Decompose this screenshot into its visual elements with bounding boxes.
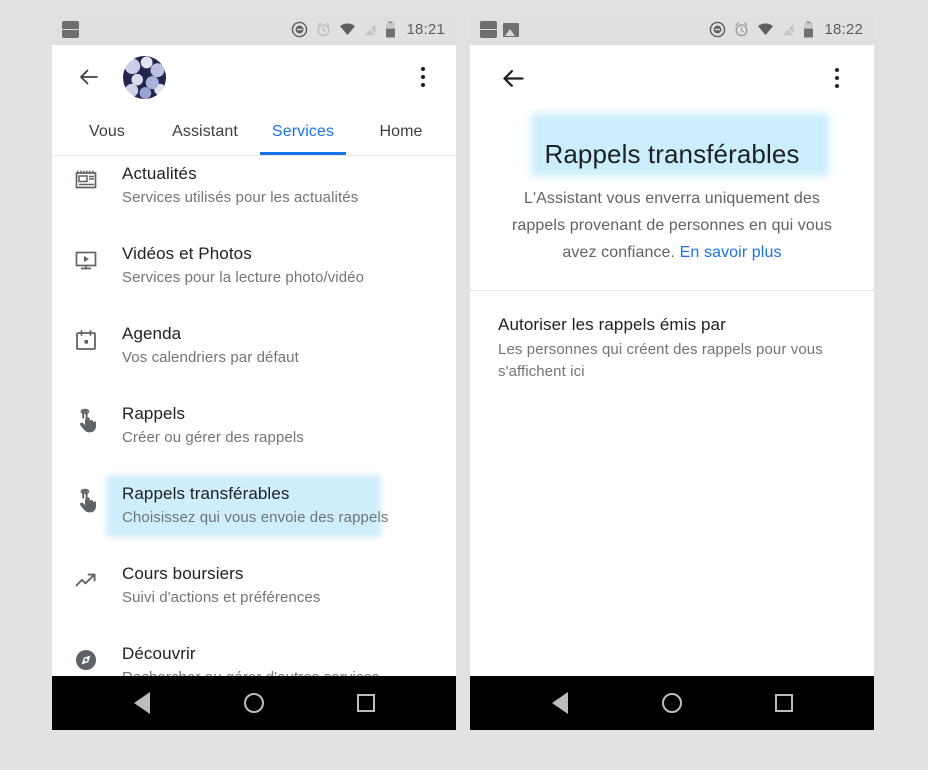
wifi-icon	[340, 23, 356, 36]
news-notification-icon	[62, 21, 80, 38]
list-item-subtitle: Choisissez qui vous envoie des rappels	[122, 509, 389, 526]
tab-bar: Vous Assistant Services Home	[52, 109, 456, 156]
right-app-bar	[470, 45, 874, 111]
alarm-icon	[735, 22, 748, 37]
nav-back-icon[interactable]	[118, 683, 166, 723]
left-status-time: 18:21	[406, 21, 445, 38]
list-item-subtitle: Services utilisés pour les actualités	[122, 189, 359, 206]
list-item[interactable]: Agenda Vos calendriers par défaut	[52, 306, 456, 386]
overflow-menu-icon[interactable]	[824, 63, 850, 93]
overflow-menu-icon[interactable]	[410, 62, 436, 92]
left-system-icons: 18:21	[291, 21, 445, 38]
left-phone-screen: 18:21 Vous Assistant Services Home Actua…	[52, 14, 456, 730]
left-app-bar	[52, 45, 456, 109]
right-navigation-bar	[470, 676, 874, 730]
services-list[interactable]: Actualités Services utilisés pour les ac…	[52, 156, 456, 676]
video-icon	[74, 242, 112, 272]
nav-home-icon[interactable]	[230, 683, 278, 723]
right-status-time: 18:22	[824, 21, 863, 38]
learn-more-link[interactable]: En savoir plus	[680, 244, 782, 261]
battery-icon	[386, 21, 396, 38]
tab-assistant[interactable]: Assistant	[156, 109, 254, 155]
calendar-icon	[74, 322, 112, 352]
left-notification-icons	[62, 21, 80, 38]
right-status-bar: 18:22	[470, 14, 874, 45]
hero-section: Rappels transférables L'Assistant vous e…	[470, 111, 874, 290]
list-item[interactable]: Découvrir Rechercher ou gérer d'autres s…	[52, 626, 456, 676]
list-item-title: Cours boursiers	[122, 564, 244, 583]
news-notification-icon	[480, 21, 498, 38]
list-item-rappels-transferables[interactable]: Rappels transférables Choisissez qui vou…	[52, 466, 456, 546]
nav-recents-icon[interactable]	[760, 683, 808, 723]
do-not-disturb-icon	[710, 21, 726, 38]
list-item-title: Agenda	[122, 324, 182, 343]
list-item-subtitle: Services pour la lecture photo/vidéo	[122, 269, 365, 286]
hero-description-text: L'Assistant vous enverra uniquement des …	[512, 190, 832, 261]
image-notification-icon	[503, 22, 519, 37]
list-item-title: Rappels	[122, 404, 186, 423]
section-subtitle: Les personnes qui créent des rappels pou…	[498, 341, 823, 380]
alarm-icon	[317, 22, 330, 37]
list-item-subtitle: Suivi d'actions et préférences	[122, 589, 321, 606]
right-system-icons: 18:22	[709, 21, 863, 38]
list-item-title: Actualités	[122, 164, 197, 183]
list-item[interactable]: Actualités Services utilisés pour les ac…	[52, 156, 456, 226]
back-arrow-icon[interactable]	[498, 63, 528, 93]
reminder-hand-icon	[74, 402, 112, 434]
right-notification-icons	[480, 21, 519, 38]
screenshot-stage: 18:21 Vous Assistant Services Home Actua…	[0, 0, 928, 770]
empty-content-area	[470, 383, 874, 676]
tab-services[interactable]: Services	[254, 109, 352, 155]
signal-off-icon	[364, 23, 378, 36]
hero-description: L'Assistant vous enverra uniquement des …	[500, 185, 844, 266]
user-avatar[interactable]	[123, 55, 166, 99]
list-item[interactable]: Vidéos et Photos Services pour la lectur…	[52, 226, 456, 306]
nav-back-icon[interactable]	[536, 683, 584, 723]
right-phone-screen: 18:22 Rappels transférables L'Assistant …	[470, 14, 874, 730]
tab-home[interactable]: Home	[352, 109, 450, 155]
left-navigation-bar	[52, 676, 456, 730]
nav-recents-icon[interactable]	[342, 683, 390, 723]
battery-icon	[804, 21, 814, 38]
list-item-title: Rappels transférables	[122, 484, 290, 503]
news-icon	[74, 162, 112, 192]
list-item-title: Vidéos et Photos	[122, 244, 252, 263]
left-status-bar: 18:21	[52, 14, 456, 45]
allow-reminders-section: Autoriser les rappels émis par Les perso…	[470, 291, 874, 383]
nav-home-icon[interactable]	[648, 683, 696, 723]
list-item[interactable]: Rappels Créer ou gérer des rappels	[52, 386, 456, 466]
do-not-disturb-icon	[292, 21, 308, 38]
compass-icon	[74, 642, 112, 672]
list-item-subtitle: Créer ou gérer des rappels	[122, 429, 304, 446]
section-title: Autoriser les rappels émis par	[498, 315, 726, 334]
list-item-subtitle: Rechercher ou gérer d'autres services	[122, 667, 436, 676]
signal-off-icon	[782, 23, 796, 36]
list-item-title: Découvrir	[122, 644, 196, 663]
list-item-subtitle: Vos calendriers par défaut	[122, 349, 299, 366]
trending-up-icon	[74, 562, 112, 592]
tab-vous[interactable]: Vous	[58, 109, 156, 155]
wifi-icon	[758, 23, 774, 36]
list-item[interactable]: Cours boursiers Suivi d'actions et préfé…	[52, 546, 456, 626]
page-title: Rappels transférables	[544, 139, 800, 169]
back-arrow-icon[interactable]	[74, 62, 104, 92]
